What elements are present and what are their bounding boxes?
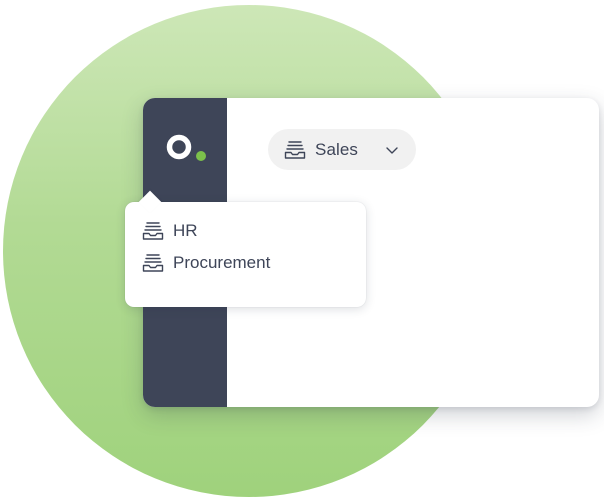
menu-item-procurement[interactable]: Procurement: [125, 247, 366, 279]
chevron-down-icon: [385, 143, 399, 155]
inbox-stack-icon: [142, 253, 164, 273]
workspace-selector[interactable]: Sales: [268, 129, 416, 170]
brand-logo: [164, 134, 208, 164]
menu-item-label: Procurement: [173, 253, 271, 272]
stage: Sales HR Procurement: [0, 0, 604, 499]
workspace-selector-label: Sales: [315, 139, 359, 159]
inbox-stack-icon: [284, 140, 306, 160]
workspace-dropdown: HR Procurement: [125, 190, 366, 307]
menu-item-label: HR: [173, 221, 198, 240]
inbox-stack-icon: [142, 221, 164, 241]
menu-item-hr[interactable]: HR: [125, 215, 366, 247]
